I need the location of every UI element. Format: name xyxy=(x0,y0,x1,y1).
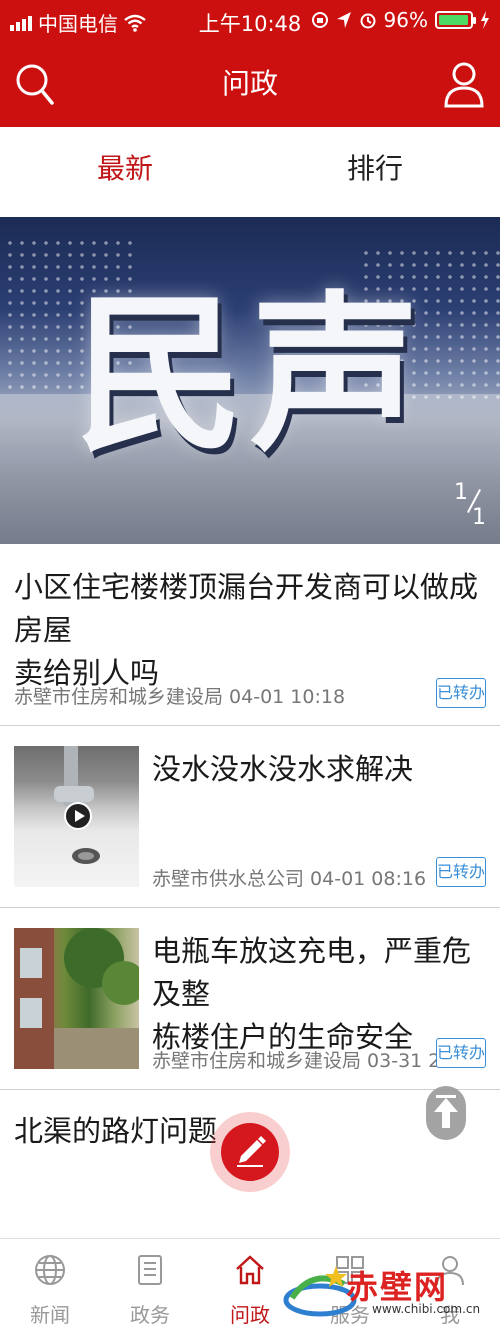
page-title: 问政 xyxy=(221,67,278,100)
play-icon[interactable] xyxy=(64,802,92,830)
alarm-icon xyxy=(360,13,376,29)
nav-news[interactable]: 新闻 xyxy=(0,1239,100,1335)
location-icon xyxy=(336,12,351,28)
user-button[interactable] xyxy=(442,60,486,110)
nav-label: 政务 xyxy=(130,1303,170,1327)
news-thumbnail xyxy=(14,746,139,887)
nav-affairs[interactable]: 政务 xyxy=(100,1239,200,1335)
pager-current: 1 xyxy=(454,480,468,505)
status-badge: 已转办 xyxy=(436,857,486,887)
news-meta: 赤壁市住房和城乡建设局 03-31 22:41 xyxy=(152,1050,484,1072)
battery-percent: 96% xyxy=(383,8,428,32)
tab-ranking[interactable]: 排行 xyxy=(250,127,500,217)
back-to-top-button[interactable] xyxy=(426,1086,466,1140)
pager-total: 1 xyxy=(472,505,486,530)
arrow-up-icon xyxy=(434,1095,458,1128)
news-title: 小区住宅楼楼顶漏台开发商可以做成房屋 卖给别人吗 xyxy=(14,570,479,690)
news-item[interactable]: 小区住宅楼楼顶漏台开发商可以做成房屋 卖给别人吗 赤壁市住房和城乡建设局 04-… xyxy=(0,544,500,725)
pencil-icon xyxy=(237,1136,266,1167)
banner-text: 民声 xyxy=(73,275,426,475)
news-title: 没水没水没水求解决 xyxy=(152,752,414,786)
home-icon xyxy=(236,1255,264,1285)
site-watermark: 赤壁网 www.chibi.com.cn xyxy=(282,1258,492,1324)
globe-icon xyxy=(35,1255,65,1285)
news-thumbnail xyxy=(14,928,139,1069)
tab-bar: 最新 排行 xyxy=(0,127,500,217)
charging-icon xyxy=(481,11,489,29)
news-item[interactable]: 没水没水没水求解决 赤壁市供水总公司 04-01 08:16 已转办 xyxy=(0,726,500,907)
top-bar: 中国电信 上午10:48 96% 问政 xyxy=(0,0,500,127)
user-icon xyxy=(444,62,484,108)
compose-button[interactable] xyxy=(221,1123,279,1181)
banner-carousel[interactable]: 民声 1 1 xyxy=(0,217,500,544)
document-icon xyxy=(138,1255,162,1285)
battery-icon xyxy=(435,11,476,29)
news-meta: 赤壁市供水总公司 04-01 08:16 xyxy=(152,868,427,890)
watermark-url: www.chibi.com.cn xyxy=(372,1302,481,1316)
status-badge: 已转办 xyxy=(436,678,486,708)
status-bar: 中国电信 上午10:48 96% xyxy=(0,0,500,42)
rotation-lock-icon xyxy=(311,12,328,28)
news-meta: 赤壁市住房和城乡建设局 04-01 10:18 xyxy=(14,686,346,708)
tab-latest[interactable]: 最新 xyxy=(0,127,250,217)
courtyard-illustration xyxy=(14,928,139,1069)
nav-label: 新闻 xyxy=(30,1303,70,1327)
status-badge: 已转办 xyxy=(436,1038,486,1068)
banner-pager: 1 1 xyxy=(452,480,486,530)
news-item[interactable]: 电瓶车放这充电，严重危及整 栋楼住户的生命安全 赤壁市住房和城乡建设局 03-3… xyxy=(0,908,500,1089)
